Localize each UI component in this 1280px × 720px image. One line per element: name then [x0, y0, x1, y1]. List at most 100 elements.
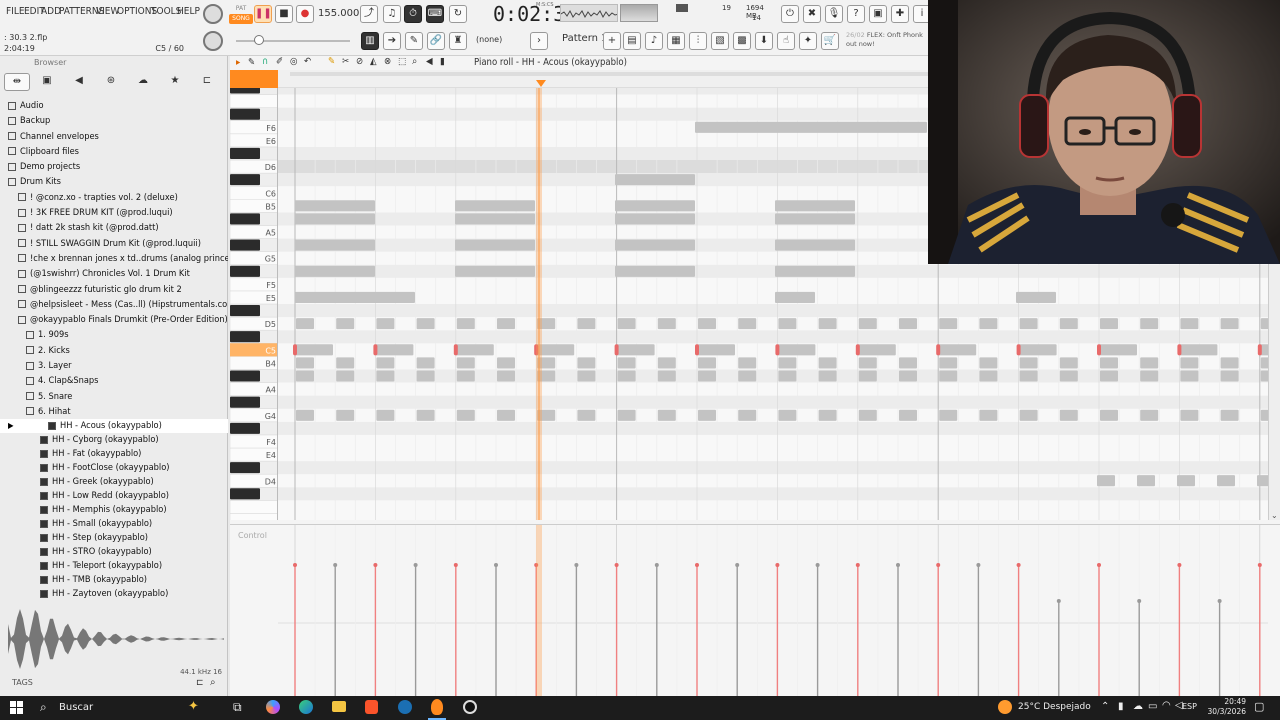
midi-note[interactable]	[1100, 318, 1118, 330]
browser-folder-icon[interactable]: ⊏	[198, 73, 216, 91]
browser-folder-row[interactable]: Drum Kits	[0, 174, 228, 189]
plugin-picker-icon[interactable]: ⬇	[755, 32, 773, 50]
midi-note[interactable]	[416, 357, 435, 369]
channel-rack-icon[interactable]: ▦	[667, 32, 685, 50]
midi-note[interactable]	[455, 265, 535, 277]
midi-note[interactable]	[1180, 357, 1199, 369]
midi-note[interactable]	[818, 357, 837, 369]
language-indicator[interactable]: ESP	[1182, 702, 1197, 711]
midi-note[interactable]	[657, 370, 676, 382]
midi-note[interactable]	[376, 409, 395, 421]
pat-song-toggle[interactable]: PAT SONG	[229, 4, 253, 24]
midi-note[interactable]	[979, 318, 998, 330]
piano-black-key[interactable]	[230, 213, 260, 225]
next-icon[interactable]: ➔	[383, 32, 401, 50]
midi-note[interactable]	[1180, 318, 1199, 330]
midi-note[interactable]	[375, 344, 414, 356]
browser-add-icon[interactable]: ⇹	[4, 73, 30, 91]
menu-help[interactable]: HELP	[177, 6, 200, 17]
master-volume-knob[interactable]	[203, 4, 223, 24]
midi-note[interactable]	[657, 409, 676, 421]
piano-black-key[interactable]	[230, 108, 260, 120]
browser-file-row[interactable]: HH - Small (okayypablo)	[0, 517, 228, 531]
midi-note[interactable]	[1059, 318, 1078, 330]
mic-icon[interactable]: 🎙	[825, 5, 843, 23]
midi-note[interactable]	[698, 357, 716, 369]
tool-zoom-icon[interactable]: ⌕	[412, 56, 417, 67]
browser-file-row[interactable]: HH - Step (okayypablo)	[0, 531, 228, 545]
velocity-handle[interactable]	[976, 563, 981, 567]
midi-note[interactable]	[456, 370, 475, 382]
midi-note[interactable]	[577, 370, 596, 382]
tool-brush-icon[interactable]: ✐	[276, 56, 283, 67]
midi-note[interactable]	[899, 370, 917, 382]
midi-note[interactable]	[775, 291, 815, 303]
midi-note[interactable]	[455, 200, 535, 212]
browser-folder-row[interactable]: 3. Layer	[0, 358, 228, 373]
velocity-handle[interactable]	[855, 563, 860, 567]
piano-key[interactable]	[230, 513, 278, 520]
midi-note-selected[interactable]	[1016, 344, 1021, 356]
velocity-handle[interactable]	[1177, 563, 1182, 567]
midi-note-selected[interactable]	[1177, 344, 1182, 356]
browser-folder-row[interactable]: ! datt 2k stash kit (@prod.datt)	[0, 220, 228, 235]
midi-note[interactable]	[497, 357, 515, 369]
midi-note[interactable]	[296, 409, 314, 421]
midi-note[interactable]	[1019, 370, 1038, 382]
browser-favorites-icon[interactable]: ★	[166, 73, 184, 91]
velocity-handle[interactable]	[936, 563, 941, 567]
midi-note[interactable]	[778, 357, 797, 369]
midi-note-selected[interactable]	[695, 344, 699, 356]
browser-folder-row[interactable]: (@1swishrr) Chronicles Vol. 1 Drum Kit	[0, 266, 228, 281]
midi-note[interactable]	[818, 318, 837, 330]
tool-slip-icon[interactable]: ⊗	[384, 56, 391, 67]
midi-note[interactable]	[1140, 318, 1159, 330]
midi-note[interactable]	[777, 344, 816, 356]
midi-note[interactable]	[939, 318, 958, 330]
event-editor[interactable]: Control	[230, 524, 1280, 697]
midi-note[interactable]	[1220, 318, 1239, 330]
midi-note[interactable]	[617, 370, 636, 382]
browser-folder-row[interactable]: @okayypablo Finals Drumkit (Pre-Order Ed…	[0, 312, 228, 327]
velocity-handle[interactable]	[1257, 563, 1262, 567]
midi-note[interactable]	[336, 318, 355, 330]
midi-note-selected[interactable]	[936, 344, 941, 356]
mic-tray-icon[interactable]: ▮	[1118, 701, 1124, 712]
midi-note[interactable]	[857, 344, 896, 356]
midi-note[interactable]	[295, 291, 415, 303]
midi-note[interactable]	[698, 370, 716, 382]
midi-note[interactable]	[1099, 344, 1137, 356]
midi-note[interactable]	[1140, 409, 1159, 421]
midi-note[interactable]	[1059, 370, 1078, 382]
tool-undo-icon[interactable]: ↶	[304, 56, 311, 67]
weather-text[interactable]: 25°C Despejado	[1018, 702, 1091, 712]
monitor-tray-icon[interactable]: ▭	[1148, 701, 1157, 712]
playhead-marker[interactable]	[536, 80, 546, 87]
edit-tool-icon[interactable]: ✎	[405, 32, 423, 50]
midi-note[interactable]	[1179, 344, 1218, 356]
midi-note[interactable]	[1220, 409, 1239, 421]
midi-note[interactable]	[939, 409, 958, 421]
midi-note[interactable]	[617, 318, 636, 330]
midi-note[interactable]	[455, 239, 535, 251]
midi-note[interactable]	[497, 409, 515, 421]
wifi-tray-icon[interactable]: ◠	[1162, 700, 1171, 711]
midi-note[interactable]	[295, 213, 375, 225]
taskbar-search-icon[interactable]: ⌕	[40, 700, 47, 715]
step-mode-icon[interactable]: ▥	[361, 32, 379, 50]
typing-keyboard-icon[interactable]: ⌨	[426, 5, 444, 23]
midi-note[interactable]	[615, 239, 695, 251]
midi-note-selected[interactable]	[1257, 344, 1262, 356]
touch-icon[interactable]: ☝	[777, 32, 795, 50]
windows-start-icon[interactable]	[10, 701, 23, 714]
midi-note[interactable]	[1177, 475, 1195, 487]
midi-note[interactable]	[1180, 370, 1199, 382]
browser-cloud-icon[interactable]: ☁	[134, 73, 152, 91]
browser-file-row[interactable]: HH - Fat (okayypablo)	[0, 447, 228, 461]
midi-note[interactable]	[416, 318, 435, 330]
midi-note[interactable]	[577, 409, 596, 421]
record-button[interactable]: ●	[296, 5, 314, 23]
midi-note[interactable]	[818, 370, 837, 382]
browser-folder-row[interactable]: @helpsisleet - Mess (Cas..ll) (Hipstrume…	[0, 297, 228, 312]
power-icon[interactable]: ⏻	[781, 5, 799, 23]
